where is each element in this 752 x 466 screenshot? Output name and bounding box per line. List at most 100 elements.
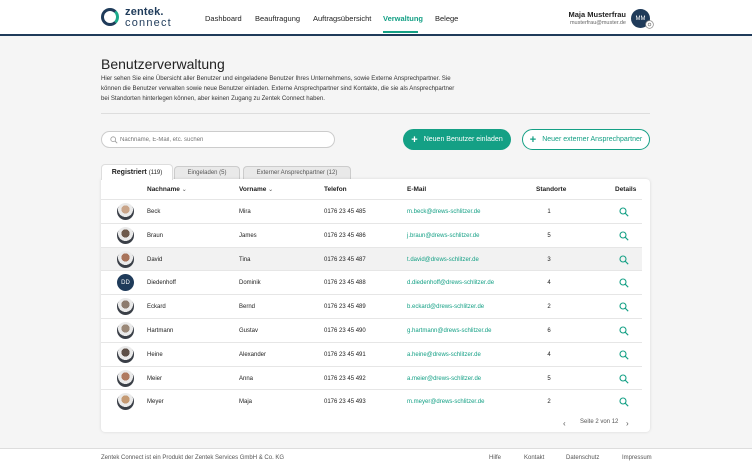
nav-belege[interactable]: Belege bbox=[435, 14, 458, 23]
table-row[interactable]: Beck Mira 0176 23 45 485 m.beck@drews-schli… bbox=[101, 199, 642, 223]
pagination-label: Seite 2 von 12 bbox=[580, 419, 619, 425]
invite-user-label: Neuen Benutzer einladen bbox=[423, 136, 503, 143]
footer: Zentek Connect ist ein Produkt der Zente… bbox=[0, 448, 752, 466]
nav-auftragsuebersicht[interactable]: Auftragsübersicht bbox=[313, 14, 371, 23]
cell-lastname: Diedenhoff bbox=[147, 280, 176, 287]
cell-email[interactable]: m.beck@drews-schlitzer.de bbox=[407, 209, 480, 215]
user-email: musterfrau@muster.de bbox=[569, 20, 626, 26]
invite-user-button[interactable]: + Neuen Benutzer einladen bbox=[403, 129, 511, 150]
avatar bbox=[117, 226, 134, 244]
cell-email[interactable]: t.david@drews-schlitzer.de bbox=[407, 257, 479, 263]
cell-lastname: Meier bbox=[147, 375, 163, 382]
cell-phone: 0176 23 45 492 bbox=[324, 375, 366, 382]
details-search-icon[interactable] bbox=[619, 207, 629, 217]
cell-sites: 3 bbox=[547, 256, 551, 263]
search-input[interactable] bbox=[120, 133, 330, 146]
cell-phone: 0176 23 45 487 bbox=[324, 256, 366, 263]
details-search-icon[interactable] bbox=[619, 397, 629, 407]
tab-external[interactable]: Externer Ansprechpartner (12) bbox=[243, 166, 351, 179]
cell-email[interactable]: d.diedenhoff@drews-schlitzer.de bbox=[407, 280, 494, 286]
cell-sites: 1 bbox=[547, 209, 551, 215]
footer-copyright: Zentek Connect ist ein Produkt der Zente… bbox=[101, 455, 285, 461]
table-row[interactable]: Braun James 0176 23 45 486 j.braun@drews-sc… bbox=[101, 222, 642, 247]
footer-link-contact[interactable]: Kontakt bbox=[524, 455, 544, 461]
logo-text-line2: connect bbox=[125, 17, 172, 29]
divider bbox=[101, 113, 650, 114]
zentek-connect-logo[interactable]: zentek. connect bbox=[101, 6, 181, 30]
next-page-icon[interactable]: › bbox=[626, 419, 629, 428]
avatar bbox=[117, 298, 134, 316]
details-search-icon[interactable] bbox=[619, 302, 629, 312]
logo-ring-icon bbox=[101, 8, 119, 26]
plus-icon: + bbox=[411, 133, 418, 146]
details-search-icon[interactable] bbox=[619, 255, 629, 265]
details-search-icon[interactable] bbox=[619, 350, 629, 360]
column-header-lastname-label: Nachname bbox=[147, 186, 180, 193]
cell-phone: 0176 23 45 488 bbox=[324, 280, 366, 287]
settings-gear-icon[interactable] bbox=[645, 20, 654, 29]
details-search-icon[interactable] bbox=[619, 326, 629, 336]
cell-email[interactable]: b.eckard@drews-schlitzer.de bbox=[407, 304, 484, 310]
cell-phone: 0176 23 45 491 bbox=[324, 351, 366, 358]
cell-email[interactable]: a.meier@drews-schlitzer.de bbox=[407, 376, 481, 382]
cell-sites: 5 bbox=[547, 375, 551, 382]
cell-firstname: Bernd bbox=[239, 304, 256, 311]
page-title: Benutzerverwaltung bbox=[101, 56, 225, 72]
plus-icon: + bbox=[529, 133, 537, 146]
cell-sites: 4 bbox=[547, 280, 551, 287]
cell-phone: 0176 23 45 489 bbox=[324, 304, 366, 311]
avatar bbox=[117, 203, 134, 220]
cell-email[interactable]: a.heine@drews-schlitzer.de bbox=[407, 352, 481, 358]
cell-firstname: Mira bbox=[239, 209, 251, 215]
cell-sites: 2 bbox=[547, 399, 551, 406]
search-icon bbox=[110, 136, 118, 144]
cell-email[interactable]: m.meyer@drews-schlitzer.de bbox=[407, 399, 484, 405]
table-row[interactable]: DD Diedenhoff Dominik 0176 23 45 488 d.diede… bbox=[101, 270, 642, 294]
cell-sites: 5 bbox=[547, 232, 551, 239]
cell-lastname: Heine bbox=[147, 351, 163, 358]
cell-lastname: Beck bbox=[147, 209, 161, 215]
column-header-firstname[interactable]: Vorname ⌄ bbox=[239, 186, 273, 193]
tab-invited[interactable]: Eingeladen (5) bbox=[174, 166, 240, 179]
prev-page-icon[interactable]: ‹ bbox=[563, 419, 566, 428]
column-header-firstname-label: Vorname bbox=[239, 186, 267, 193]
footer-link-help[interactable]: Hilfe bbox=[489, 455, 501, 461]
table-row[interactable]: Meier Anna 0176 23 45 492 a.meier@drews-sch… bbox=[101, 365, 642, 390]
tab-registered-label: Registriert bbox=[111, 169, 147, 176]
search-box[interactable] bbox=[101, 131, 335, 148]
add-external-contact-button[interactable]: + Neuer externer Ansprechpartner bbox=[522, 129, 650, 150]
cell-firstname: Maja bbox=[239, 399, 253, 406]
details-search-icon[interactable] bbox=[619, 231, 629, 241]
table-row[interactable]: Eckard Bernd 0176 23 45 489 b.eckard@drews-… bbox=[101, 294, 642, 318]
table-row[interactable]: Heine Alexander 0176 23 45 491 a.heine@drew… bbox=[101, 341, 642, 366]
cell-lastname: Hartmann bbox=[147, 328, 174, 334]
column-header-lastname[interactable]: Nachname ⌄ bbox=[147, 186, 187, 193]
details-search-icon[interactable] bbox=[619, 278, 629, 288]
column-header-phone: Telefon bbox=[324, 186, 347, 193]
cell-phone: 0176 23 45 485 bbox=[324, 209, 366, 215]
cell-sites: 4 bbox=[547, 351, 551, 358]
footer-link-privacy[interactable]: Datenschutz bbox=[566, 455, 599, 461]
top-header: zentek. connect Dashboard Beauftragung A… bbox=[0, 0, 752, 36]
table-row[interactable]: David Tina 0176 23 45 487 t.david@drews-sch… bbox=[101, 246, 642, 271]
cell-email[interactable]: g.hartmann@drews-schlitzer.de bbox=[407, 328, 491, 334]
avatar: DD bbox=[117, 274, 134, 292]
tab-registered-count: (119) bbox=[148, 169, 163, 176]
cell-lastname: Meyer bbox=[147, 399, 164, 406]
nav-verwaltung[interactable]: Verwaltung bbox=[383, 14, 423, 23]
table-row[interactable]: Meyer Maja 0176 23 45 493 m.meyer@drews-sch… bbox=[101, 389, 642, 413]
cell-firstname: Tina bbox=[239, 256, 251, 263]
nav-beauftragung[interactable]: Beauftragung bbox=[255, 14, 300, 23]
column-header-email: E-Mail bbox=[407, 186, 427, 193]
page-description: Hier sehen Sie eine Übersicht aller Benu… bbox=[101, 75, 455, 102]
cell-sites: 2 bbox=[547, 304, 551, 311]
tab-registered[interactable]: Registriert (119) bbox=[101, 164, 173, 180]
cell-phone: 0176 23 45 486 bbox=[324, 232, 366, 239]
avatar bbox=[117, 250, 134, 268]
user-name: Maja Musterfrau bbox=[568, 10, 626, 19]
cell-email[interactable]: j.braun@drews-schlitzer.de bbox=[407, 233, 479, 239]
table-row[interactable]: Hartmann Gustav 0176 23 45 490 g.hartmann@d… bbox=[101, 318, 642, 342]
details-search-icon[interactable] bbox=[619, 374, 629, 384]
footer-link-imprint[interactable]: Impressum bbox=[622, 455, 652, 461]
nav-dashboard[interactable]: Dashboard bbox=[205, 14, 242, 23]
